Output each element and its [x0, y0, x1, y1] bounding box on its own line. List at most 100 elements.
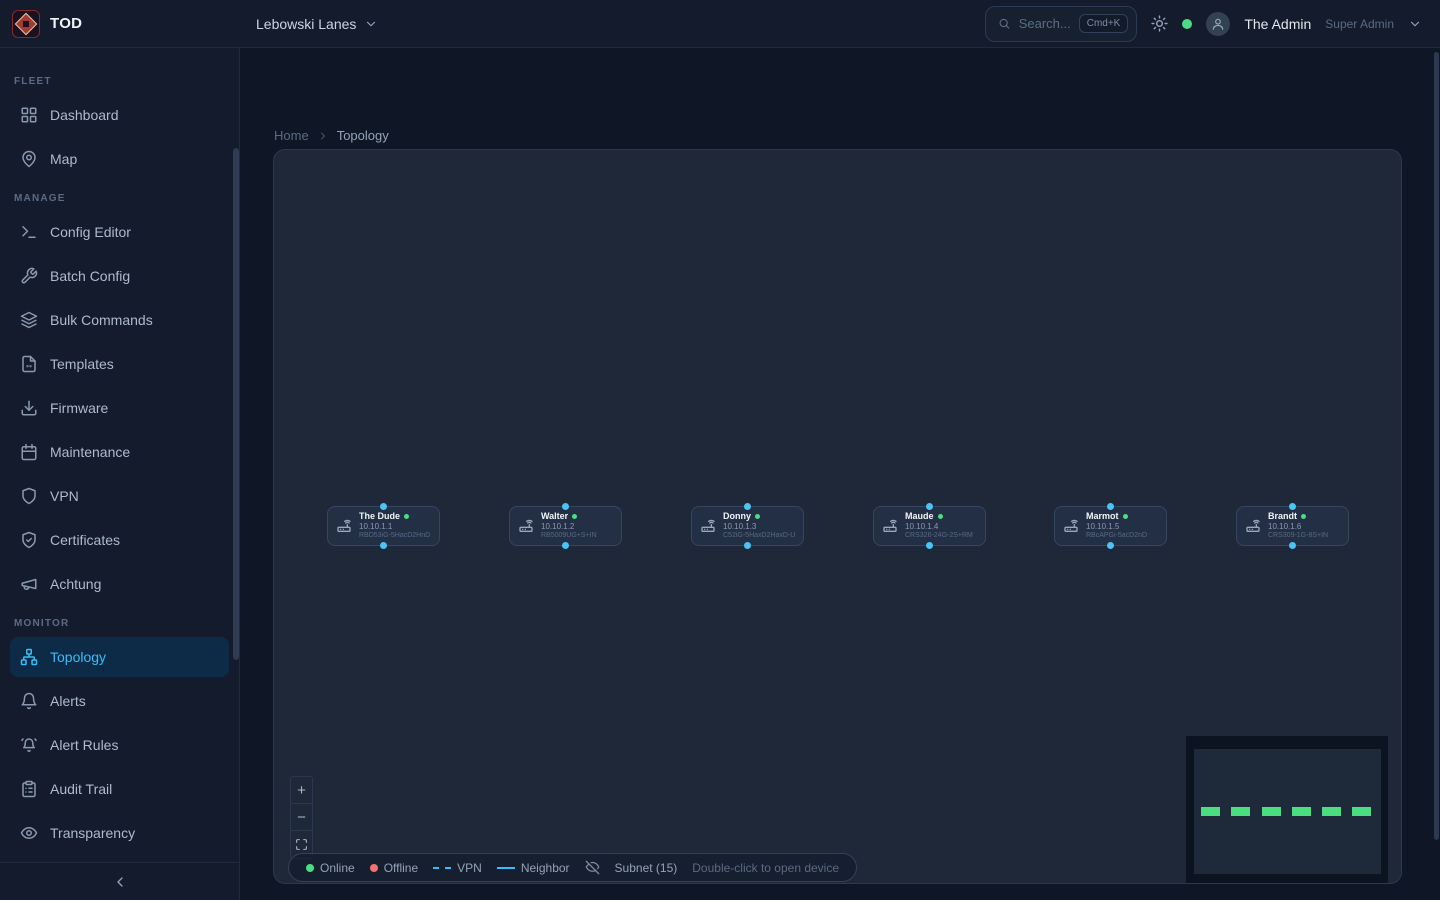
sidebar-item-alert-rules[interactable]: Alert Rules: [10, 725, 229, 765]
node-handle-bottom[interactable]: [562, 542, 569, 549]
user-avatar[interactable]: [1206, 12, 1230, 36]
zoom-out-button[interactable]: −: [291, 804, 312, 831]
breadcrumb-home-link[interactable]: Home: [274, 128, 309, 143]
main-content: Home Topology Network Topology The Dude1…: [240, 48, 1440, 900]
sidebar-item-map[interactable]: Map: [10, 139, 229, 179]
sidebar-item-dashboard[interactable]: Dashboard: [10, 95, 229, 135]
node-ip: 10.10.1.4: [905, 522, 973, 532]
node-handle-bottom[interactable]: [380, 542, 387, 549]
router-icon: [1063, 518, 1079, 534]
chevron-right-icon: [317, 130, 329, 142]
bell-icon: [20, 692, 38, 710]
node-name: Donny: [723, 511, 751, 522]
user-icon: [1211, 17, 1225, 31]
user-name: The Admin: [1244, 16, 1311, 32]
legend-subnet[interactable]: Subnet (15): [615, 861, 678, 875]
node-status-dot: [404, 514, 409, 519]
node-model: RBcAPGi-5acD2nD: [1086, 532, 1147, 541]
zoom-in-button[interactable]: +: [291, 777, 312, 804]
node-handle-top[interactable]: [926, 503, 933, 510]
sidebar-item-label: Bulk Commands: [50, 312, 153, 328]
node-model: RB5009UG+S+IN: [541, 532, 597, 541]
sidebar-item-maintenance[interactable]: Maintenance: [10, 432, 229, 472]
page-scrollbar[interactable]: [1434, 52, 1439, 840]
dashboard-grid-icon: [20, 106, 38, 124]
org-switcher-label: Lebowski Lanes: [256, 16, 356, 32]
sidebar-item-vpn[interactable]: VPN: [10, 476, 229, 516]
terminal-icon: [20, 223, 38, 241]
device-node[interactable]: The Dude10.10.1.1RBD53iG-5HacD2HnD: [327, 506, 440, 546]
toggle-labels-button[interactable]: [585, 860, 600, 875]
bell-ring-icon: [20, 736, 38, 754]
sidebar-item-topology[interactable]: Topology: [10, 637, 229, 677]
node-handle-top[interactable]: [380, 503, 387, 510]
sidebar-item-bulk-commands[interactable]: Bulk Commands: [10, 300, 229, 340]
sidebar-item-label: Alert Rules: [50, 737, 118, 753]
node-handle-top[interactable]: [1107, 503, 1114, 510]
sidebar-item-firmware[interactable]: Firmware: [10, 388, 229, 428]
node-handle-top[interactable]: [562, 503, 569, 510]
search-shortcut-badge: Cmd+K: [1079, 14, 1129, 33]
device-node[interactable]: Brandt10.10.1.6CRS309-1G-8S+IN: [1236, 506, 1349, 546]
minimap-node: [1292, 807, 1311, 816]
sidebar-item-transparency[interactable]: Transparency: [10, 813, 229, 853]
node-handle-bottom[interactable]: [744, 542, 751, 549]
sidebar-item-label: Firmware: [50, 400, 108, 416]
node-ip: 10.10.1.1: [359, 522, 430, 532]
legend-neighbor: Neighbor: [497, 861, 570, 875]
device-node[interactable]: Donny10.10.1.3C52iG-5HaxD2HaxD-US: [691, 506, 804, 546]
sidebar-item-label: Achtung: [50, 576, 101, 592]
sidebar-item-audit-trail[interactable]: Audit Trail: [10, 769, 229, 809]
node-model: C52iG-5HaxD2HaxD-US: [723, 532, 795, 541]
breadcrumb-current: Topology: [337, 128, 389, 143]
legend-offline: Offline: [370, 861, 418, 875]
canvas-controls: + −: [290, 776, 313, 859]
node-handle-bottom[interactable]: [1107, 542, 1114, 549]
sidebar-scrollbar[interactable]: [233, 148, 239, 660]
node-handle-bottom[interactable]: [926, 542, 933, 549]
sidebar-item-batch-config[interactable]: Batch Config: [10, 256, 229, 296]
sidebar-item-achtung[interactable]: Achtung: [10, 564, 229, 604]
sidebar-nav: FLEET Dashboard Map MANAGE Config Editor…: [0, 48, 240, 900]
legend-online: Online: [306, 861, 355, 875]
sidebar-item-label: Dashboard: [50, 107, 119, 123]
node-handle-top[interactable]: [1289, 503, 1296, 510]
neighbor-line-icon: [497, 867, 515, 869]
shield-check-icon: [20, 531, 38, 549]
node-handle-top[interactable]: [744, 503, 751, 510]
device-node[interactable]: Walter10.10.1.2RB5009UG+S+IN: [509, 506, 622, 546]
global-search-input[interactable]: Search... Cmd+K: [985, 6, 1137, 42]
sidebar-item-certificates[interactable]: Certificates: [10, 520, 229, 560]
top-header: TOD Lebowski Lanes Search... Cmd+K The A…: [0, 0, 1440, 48]
sidebar-item-templates[interactable]: Templates: [10, 344, 229, 384]
minimap[interactable]: [1186, 736, 1388, 884]
node-handle-bottom[interactable]: [1289, 542, 1296, 549]
org-switcher[interactable]: Lebowski Lanes: [256, 16, 378, 32]
node-model: CRS309-1G-8S+IN: [1268, 532, 1328, 541]
user-menu-button[interactable]: [1408, 17, 1422, 31]
sidebar-item-label: Alerts: [50, 693, 86, 709]
node-status-dot: [572, 514, 577, 519]
sidebar-item-config-editor[interactable]: Config Editor: [10, 212, 229, 252]
theme-toggle-button[interactable]: [1151, 15, 1168, 32]
node-model: CRS326-24G-2S+RM: [905, 532, 973, 541]
sidebar-item-alerts[interactable]: Alerts: [10, 681, 229, 721]
router-icon: [336, 518, 352, 534]
online-dot-icon: [306, 864, 314, 872]
layers-icon: [20, 311, 38, 329]
sidebar-item-label: VPN: [50, 488, 79, 504]
search-placeholder: Search...: [1019, 16, 1071, 31]
device-node[interactable]: Maude10.10.1.4CRS326-24G-2S+RM: [873, 506, 986, 546]
file-template-icon: [20, 355, 38, 373]
router-icon: [518, 518, 534, 534]
node-ip: 10.10.1.5: [1086, 522, 1147, 532]
offline-dot-icon: [370, 864, 378, 872]
device-node[interactable]: Marmot10.10.1.5RBcAPGi-5acD2nD: [1054, 506, 1167, 546]
legend-hint: Double-click to open device: [692, 861, 839, 875]
sidebar-collapse-button[interactable]: [0, 862, 239, 900]
sidebar-item-label: Map: [50, 151, 77, 167]
node-status-dot: [1123, 514, 1128, 519]
node-ip: 10.10.1.6: [1268, 522, 1328, 532]
eye-off-icon: [585, 860, 600, 875]
topology-canvas[interactable]: The Dude10.10.1.1RBD53iG-5HacD2HnD Walter…: [273, 149, 1402, 884]
